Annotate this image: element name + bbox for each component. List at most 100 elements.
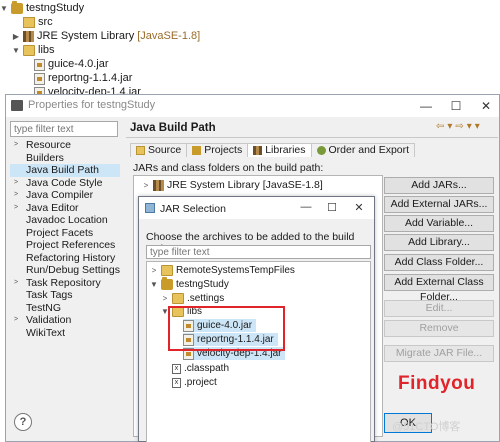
- sidebar-item-java-editor[interactable]: > Java Editor: [10, 202, 120, 215]
- close-icon[interactable]: ✕: [478, 98, 494, 114]
- sidebar-item-refactoring-history[interactable]: Refactoring History: [10, 252, 120, 265]
- xml-file-icon: x: [172, 363, 181, 374]
- sidebar-item-label: Resource: [26, 139, 71, 151]
- chevron-right-icon[interactable]: >: [14, 314, 18, 327]
- jar-label: guice-4.0.jar: [48, 58, 109, 70]
- sidebar-item-wikitext[interactable]: WikiText: [10, 327, 120, 340]
- tab-libraries[interactable]: Libraries: [247, 143, 312, 157]
- xml-file-icon: x: [172, 377, 181, 388]
- jar-tree[interactable]: > RemoteSystemsTempFiles ▼ testngStudy >…: [146, 261, 371, 442]
- close-icon[interactable]: ✕: [352, 201, 366, 214]
- tree-node-classpath[interactable]: x .classpath: [172, 362, 229, 375]
- sidebar-item-java-code-style[interactable]: > Java Code Style: [10, 177, 120, 190]
- package-explorer: ▼ testngStudy src ▶ JRE System Library […: [0, 0, 500, 99]
- minimize-icon[interactable]: —: [299, 201, 313, 213]
- sidebar-item-label: Refactoring History: [26, 251, 116, 264]
- list-item[interactable]: > JRE System Library [JavaSE-1.8]: [142, 179, 323, 191]
- help-icon[interactable]: ?: [14, 413, 32, 431]
- tree-node-settings[interactable]: > .settings: [161, 292, 224, 305]
- jar-dialog-title-bar[interactable]: JAR Selection — ☐ ✕: [139, 197, 374, 219]
- chevron-down-icon[interactable]: ▼: [12, 43, 20, 58]
- sidebar-item-label: Run/Debug Settings: [26, 264, 120, 276]
- maximize-icon[interactable]: ☐: [448, 98, 464, 114]
- chevron-down-icon[interactable]: ▼: [0, 1, 8, 16]
- jre-node[interactable]: ▶ JRE System Library [JavaSE-1.8]: [12, 29, 200, 44]
- tab-projects[interactable]: Projects: [186, 143, 249, 157]
- sidebar-item-label: Validation: [26, 314, 72, 326]
- chevron-right-icon[interactable]: >: [14, 189, 18, 202]
- chevron-right-icon[interactable]: >: [14, 277, 18, 290]
- tab-order-export[interactable]: Order and Export: [310, 143, 416, 157]
- chevron-right-icon[interactable]: >: [14, 202, 18, 215]
- chevron-right-icon[interactable]: >: [161, 292, 169, 305]
- sidebar-item-javadoc-location[interactable]: Javadoc Location: [10, 214, 120, 227]
- build-path-label: JARs and class folders on the build path…: [133, 162, 324, 174]
- sidebar-item-resource[interactable]: > Resource: [10, 139, 120, 152]
- folder-icon: [172, 293, 184, 304]
- chevron-right-icon[interactable]: ▶: [12, 29, 20, 44]
- chevron-right-icon[interactable]: >: [150, 264, 158, 277]
- page-title: Java Build Path: [130, 122, 216, 134]
- sidebar-item-java-build-path[interactable]: Java Build Path: [10, 164, 120, 177]
- sidebar-item-label: Project References: [26, 239, 116, 251]
- sidebar-item-run-debug-settings[interactable]: Run/Debug Settings: [10, 264, 120, 277]
- sidebar-item-label: WikiText: [26, 326, 66, 339]
- src-node[interactable]: src: [12, 15, 53, 30]
- maximize-icon[interactable]: ☐: [325, 201, 339, 214]
- sidebar-item-testng[interactable]: TestNG: [10, 302, 120, 315]
- libs-node[interactable]: ▼ libs: [12, 43, 55, 58]
- jre-entry-label: JRE System Library [JavaSE-1.8]: [167, 179, 323, 191]
- chevron-right-icon[interactable]: >: [14, 177, 18, 190]
- add-jars-button[interactable]: Add JARs...: [384, 177, 494, 194]
- sidebar-item-label: Javadoc Location: [26, 214, 108, 226]
- jar-file-icon: [34, 58, 45, 71]
- folder-icon: [161, 265, 173, 276]
- src-label: src: [38, 16, 53, 28]
- add-external-class-folder-button[interactable]: Add External Class Folder...: [384, 274, 494, 303]
- highlight-box: [168, 306, 285, 351]
- tree-node-project[interactable]: ▼ testngStudy: [150, 277, 229, 291]
- sidebar-item-task-tags[interactable]: Task Tags: [10, 289, 120, 302]
- edit-button[interactable]: Edit...: [384, 300, 494, 317]
- project-icon: [11, 1, 23, 14]
- node-label: .classpath: [184, 363, 230, 374]
- tab-source[interactable]: Source: [130, 143, 188, 157]
- jar-node[interactable]: guice-4.0.jar: [34, 57, 109, 72]
- sidebar-item-project-facets[interactable]: Project Facets: [10, 227, 120, 240]
- page-nav-arrows[interactable]: ⇦▾⇨▾▾: [436, 121, 483, 132]
- chevron-right-icon[interactable]: >: [142, 181, 150, 190]
- tree-node-project-file[interactable]: x .project: [172, 376, 217, 389]
- jar-node[interactable]: reportng-1.1.4.jar: [34, 71, 132, 86]
- library-icon: [153, 179, 164, 191]
- jar-label: reportng-1.1.4.jar: [48, 72, 133, 84]
- tree-node-remote[interactable]: > RemoteSystemsTempFiles: [150, 264, 295, 277]
- order-icon: [316, 146, 326, 155]
- filter-input[interactable]: [10, 121, 118, 137]
- chevron-down-icon[interactable]: ▼: [150, 278, 158, 291]
- remove-button[interactable]: Remove: [384, 320, 494, 337]
- sidebar-item-project-references[interactable]: Project References: [10, 239, 120, 252]
- chevron-right-icon[interactable]: >: [14, 139, 18, 152]
- project-icon: [161, 277, 173, 290]
- jar-filter-input[interactable]: [146, 245, 371, 259]
- dialog-title: Properties for testngStudy: [28, 99, 156, 111]
- sidebar-item-label: Task Tags: [26, 289, 73, 301]
- sidebar-item-validation[interactable]: > Validation: [10, 314, 120, 327]
- project-node[interactable]: ▼ testngStudy: [0, 1, 84, 16]
- annotation-text: Findyou: [398, 373, 476, 394]
- source-folder-icon: [23, 17, 35, 28]
- add-class-folder-button[interactable]: Add Class Folder...: [384, 254, 494, 271]
- sidebar-item-java-compiler[interactable]: > Java Compiler: [10, 189, 120, 202]
- minimize-icon[interactable]: —: [418, 98, 434, 114]
- add-external-jars-button[interactable]: Add External JARs...: [384, 196, 494, 213]
- add-variable-button[interactable]: Add Variable...: [384, 215, 494, 232]
- title-bar[interactable]: Properties for testngStudy — ☐ ✕: [6, 95, 499, 117]
- jar-file-icon: [34, 72, 45, 85]
- add-library-button[interactable]: Add Library...: [384, 234, 494, 251]
- migrate-jar-button[interactable]: Migrate JAR File...: [384, 345, 494, 362]
- jre-version-tag: [JavaSE-1.8]: [137, 30, 201, 42]
- project-label: testngStudy: [26, 2, 85, 14]
- node-label: .settings: [187, 293, 225, 304]
- sidebar-item-task-repository[interactable]: > Task Repository: [10, 277, 120, 290]
- sidebar-item-builders[interactable]: Builders: [10, 152, 120, 165]
